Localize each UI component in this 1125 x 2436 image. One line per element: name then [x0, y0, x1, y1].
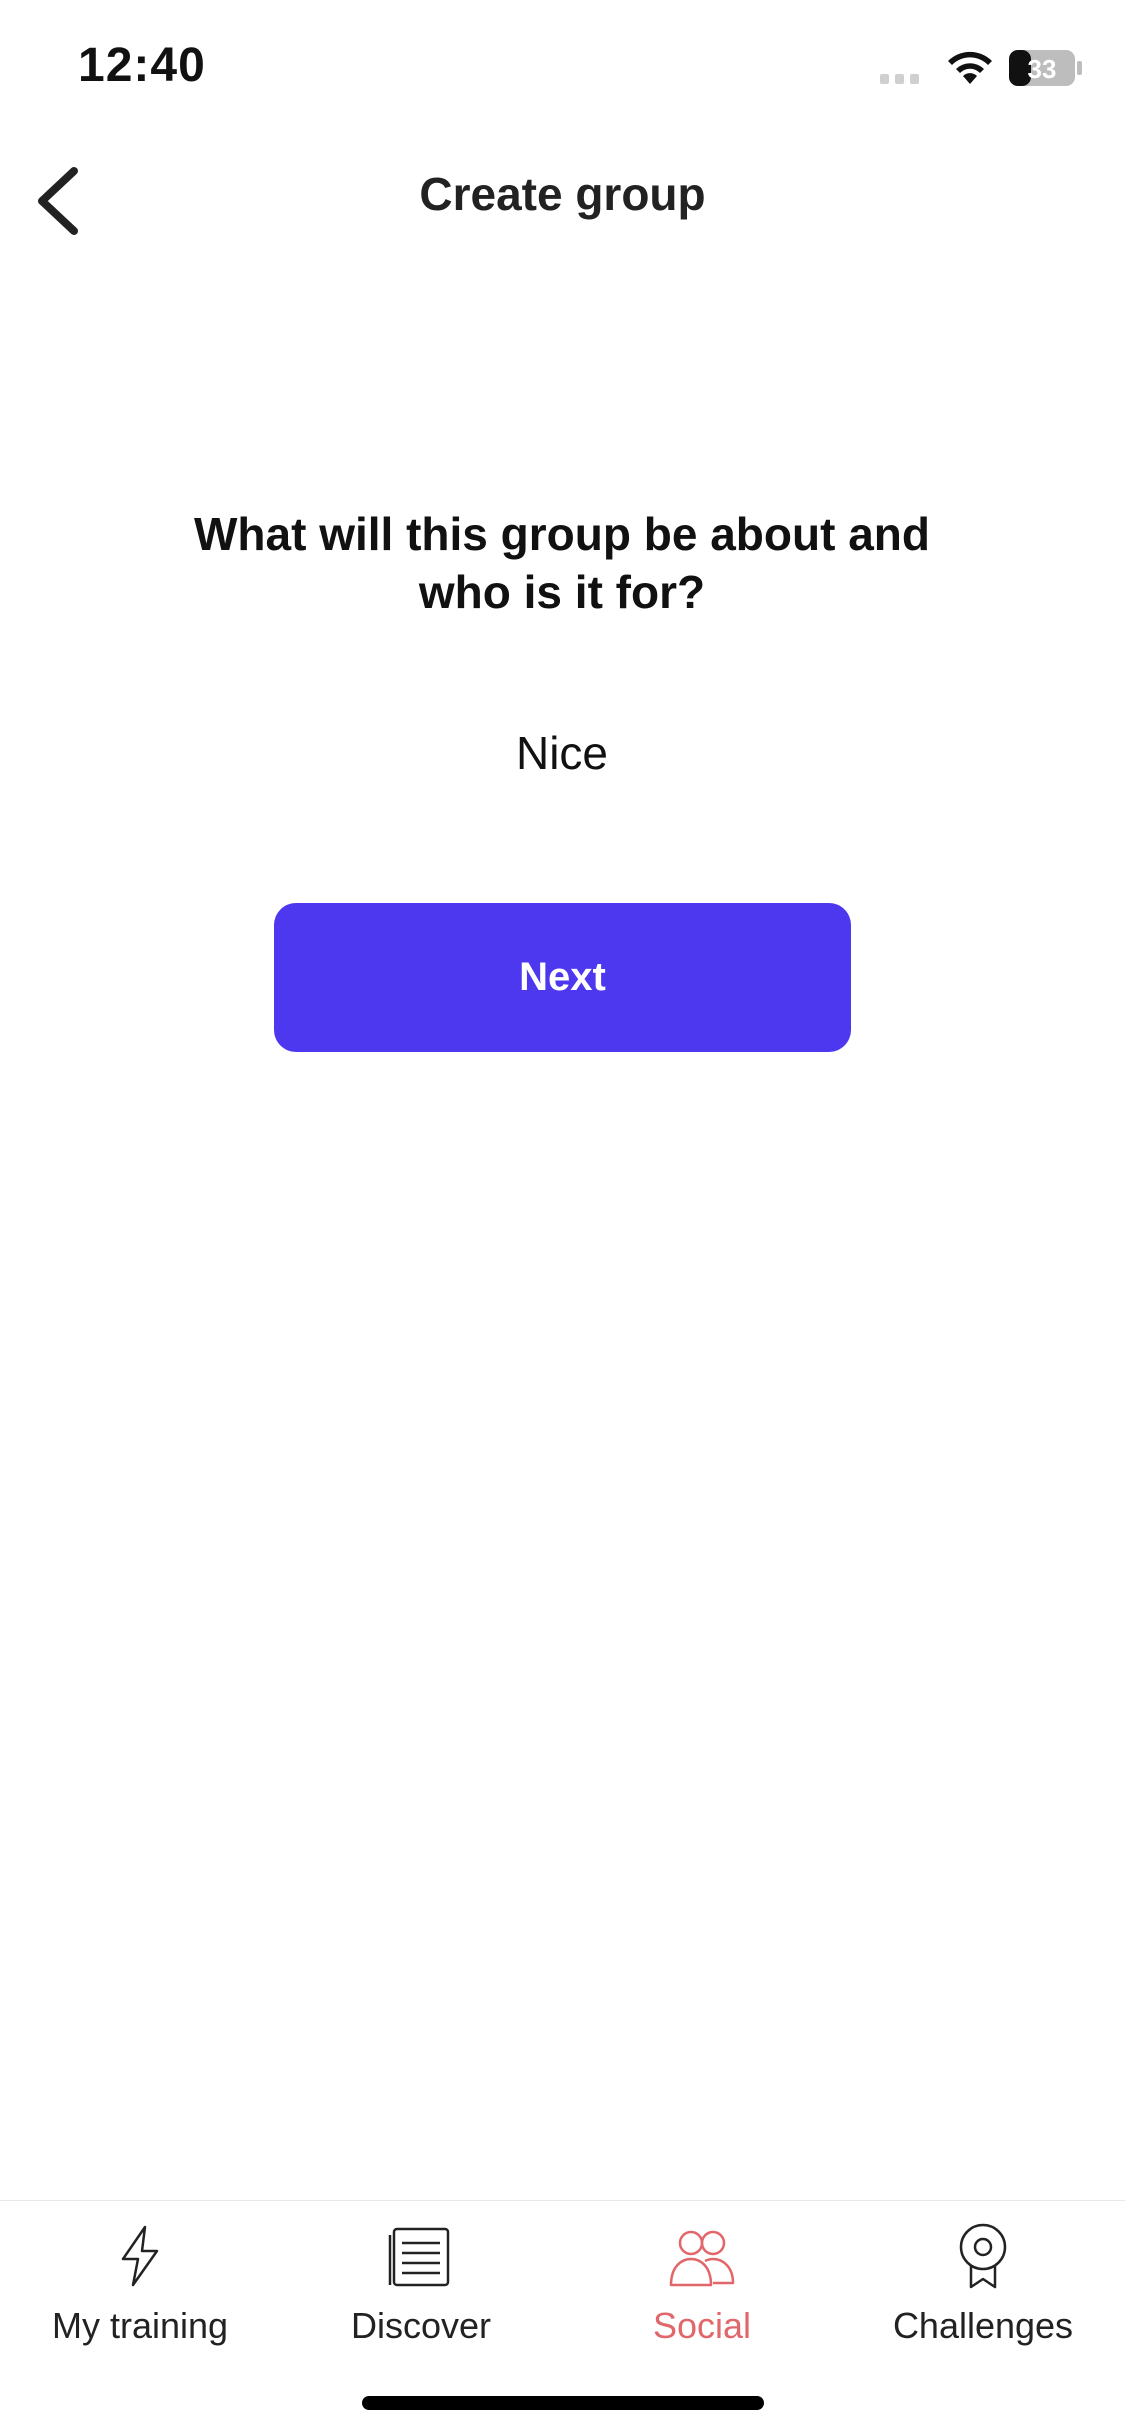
document-icon [388, 2227, 450, 2287]
tab-my-training-label: My training [51, 2305, 229, 2346]
people-icon [669, 2230, 735, 2287]
navigation-header: Create group [0, 135, 1125, 265]
tab-social[interactable]: Social [572, 2221, 832, 2361]
wifi-icon [948, 51, 992, 84]
home-indicator [362, 2396, 764, 2410]
lightning-icon [121, 2225, 159, 2287]
create-group-screen: 12:40 33 Create group What will this gro… [0, 0, 1125, 2436]
tab-challenges-label: Challenges [892, 2305, 1074, 2346]
battery-icon: 33 [1009, 50, 1082, 86]
tab-my-training[interactable]: My training [10, 2221, 270, 2361]
group-purpose-question: What will this group be about and who is… [194, 508, 930, 618]
battery-level-text: 33 [1028, 54, 1057, 84]
group-purpose-input[interactable] [262, 718, 862, 788]
page-title: Create group [419, 168, 706, 220]
medal-icon [959, 2223, 1007, 2289]
signal-icon [880, 74, 919, 84]
next-button[interactable]: Next [274, 903, 851, 1052]
tab-challenges[interactable]: Challenges [853, 2221, 1113, 2361]
tab-discover[interactable]: Discover [291, 2221, 551, 2361]
tab-discover-label: Discover [350, 2305, 492, 2346]
status-time: 12:40 [78, 39, 206, 92]
tab-social-label: Social [652, 2305, 752, 2346]
status-bar: 12:40 33 [0, 0, 1125, 135]
